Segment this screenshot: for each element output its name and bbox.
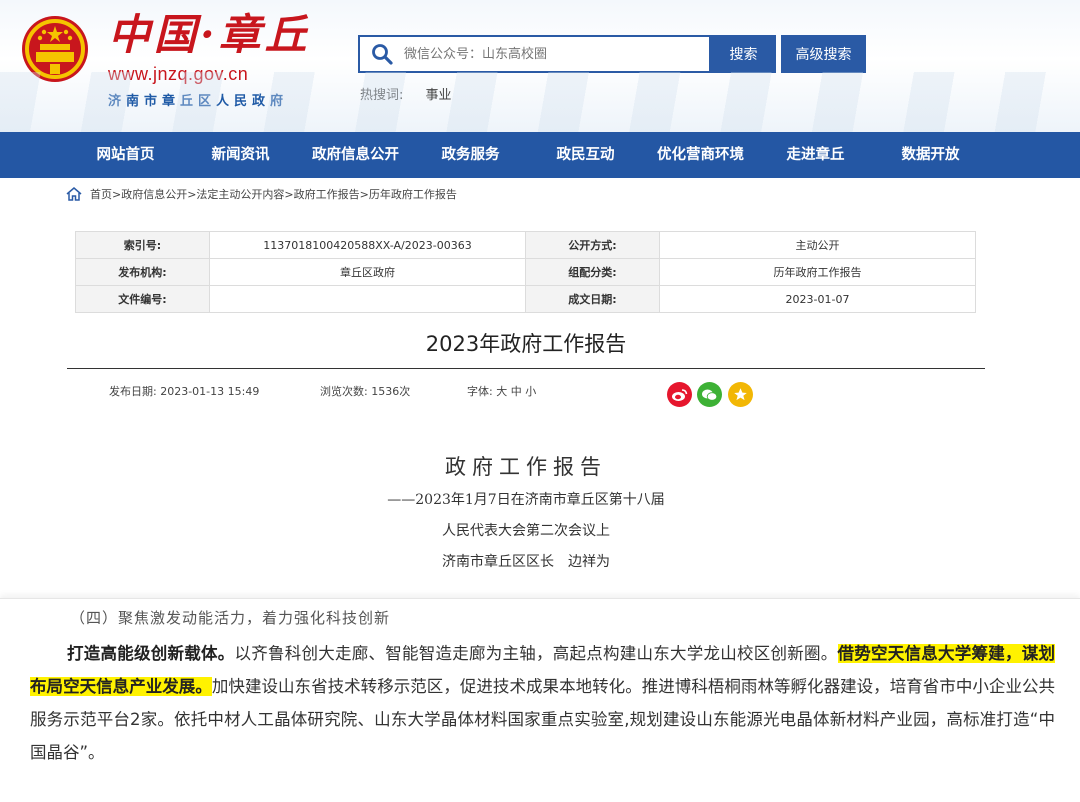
search-button[interactable]: 搜索 xyxy=(711,35,776,73)
publish-date: 发布日期: 2023-01-13 15:49 xyxy=(109,385,260,398)
paragraph-lead: 打造高能级创新载体。 xyxy=(67,644,235,663)
nav-about-zhangqiu[interactable]: 走进章丘 xyxy=(758,132,873,178)
logo-subtitle: 济南市章丘区人民政府 xyxy=(108,94,289,109)
article-excerpt: （四）聚焦激发动能活力，着力强化科技创新 打造高能级创新载体。以齐鲁科创大走廊、… xyxy=(0,598,1080,802)
meta-key: 发布机构: xyxy=(75,258,210,286)
hot-search: 热搜词: 事业 xyxy=(360,84,452,103)
nav-open-data[interactable]: 数据开放 xyxy=(873,132,988,178)
search-box xyxy=(358,35,711,73)
meta-key: 索引号: xyxy=(75,231,210,259)
search-input[interactable] xyxy=(402,45,692,63)
page-title: 2023年政府工作报告 xyxy=(425,332,627,356)
table-row: 发布机构: 章丘区政府 组配分类: 历年政府工作报告 xyxy=(75,258,976,286)
nav-home[interactable]: 网站首页 xyxy=(68,132,183,178)
meta-value: 1137018100420588XX-A/2023-00363 xyxy=(209,231,526,259)
table-row: 文件编号: 成文日期: 2023-01-07 xyxy=(75,285,976,313)
nav-interaction[interactable]: 政民互动 xyxy=(528,132,643,178)
meta-key: 成文日期: xyxy=(525,285,660,313)
view-count: 浏览次数: 1536次 xyxy=(320,385,411,398)
document-subtitle-line2: 人民代表大会第二次会议上 xyxy=(442,523,610,539)
nav-business-env[interactable]: 优化营商环境 xyxy=(643,132,758,178)
section-heading: （四）聚焦激发动能活力，着力强化科技创新 xyxy=(70,609,391,627)
logo-chinese: 中国·章丘 xyxy=(108,10,311,59)
logo-url: www.jnzq.gov.cn xyxy=(108,64,249,84)
meta-key: 组配分类: xyxy=(525,258,660,286)
search-icon xyxy=(372,44,393,65)
title-divider xyxy=(67,368,985,369)
wechat-share-icon[interactable] xyxy=(697,382,722,407)
home-icon[interactable] xyxy=(66,187,82,201)
document-subtitle-line1: ——2023年1月7日在济南市章丘区第十八届 xyxy=(387,492,665,508)
advanced-search-button[interactable]: 高级搜索 xyxy=(781,35,866,73)
nav-news[interactable]: 新闻资讯 xyxy=(183,132,298,178)
meta-value: 2023-01-07 xyxy=(659,285,976,313)
nav-gov-info[interactable]: 政府信息公开 xyxy=(298,132,413,178)
document-author: 济南市章丘区区长 边祥为 xyxy=(442,554,610,570)
meta-value: 主动公开 xyxy=(659,231,976,259)
font-size-switch[interactable]: 字体: 大 中 小 xyxy=(467,383,536,399)
meta-value: 历年政府工作报告 xyxy=(659,258,976,286)
breadcrumb: 首页>政府信息公开>法定主动公开内容>政府工作报告>历年政府工作报告 xyxy=(66,186,457,202)
meta-key: 文件编号: xyxy=(75,285,210,313)
meta-key: 公开方式: xyxy=(525,231,660,259)
national-emblem-icon[interactable] xyxy=(20,14,90,84)
document-heading: 政府工作报告 xyxy=(445,455,607,479)
table-row: 索引号: 1137018100420588XX-A/2023-00363 公开方… xyxy=(75,231,976,259)
meta-value xyxy=(209,285,526,313)
weibo-share-icon[interactable] xyxy=(667,382,692,407)
main-nav: 网站首页 新闻资讯 政府信息公开 政务服务 政民互动 优化营商环境 走进章丘 数… xyxy=(0,132,1080,178)
favorite-star-icon[interactable] xyxy=(728,382,753,407)
site-logo[interactable]: 中国·章丘 www.jnzq.gov.cn 济南市章丘区人民政府 xyxy=(108,10,328,120)
info-meta-table: 索引号: 1137018100420588XX-A/2023-00363 公开方… xyxy=(75,231,976,313)
article-paragraph: 打造高能级创新载体。以齐鲁科创大走廊、智能智造走廊为主轴，高起点构建山东大学龙山… xyxy=(30,637,1055,769)
meta-value: 章丘区政府 xyxy=(209,258,526,286)
hot-search-label: 热搜词: xyxy=(360,88,404,103)
hot-search-item[interactable]: 事业 xyxy=(426,88,452,103)
site-header: 中国·章丘 www.jnzq.gov.cn 济南市章丘区人民政府 搜索 高级搜索… xyxy=(0,0,1080,132)
paragraph-text: 以齐鲁科创大走廊、智能智造走廊为主轴，高起点构建山东大学龙山校区创新圈。 xyxy=(234,644,838,663)
breadcrumb-path[interactable]: 首页>政府信息公开>法定主动公开内容>政府工作报告>历年政府工作报告 xyxy=(90,186,457,202)
nav-gov-service[interactable]: 政务服务 xyxy=(413,132,528,178)
